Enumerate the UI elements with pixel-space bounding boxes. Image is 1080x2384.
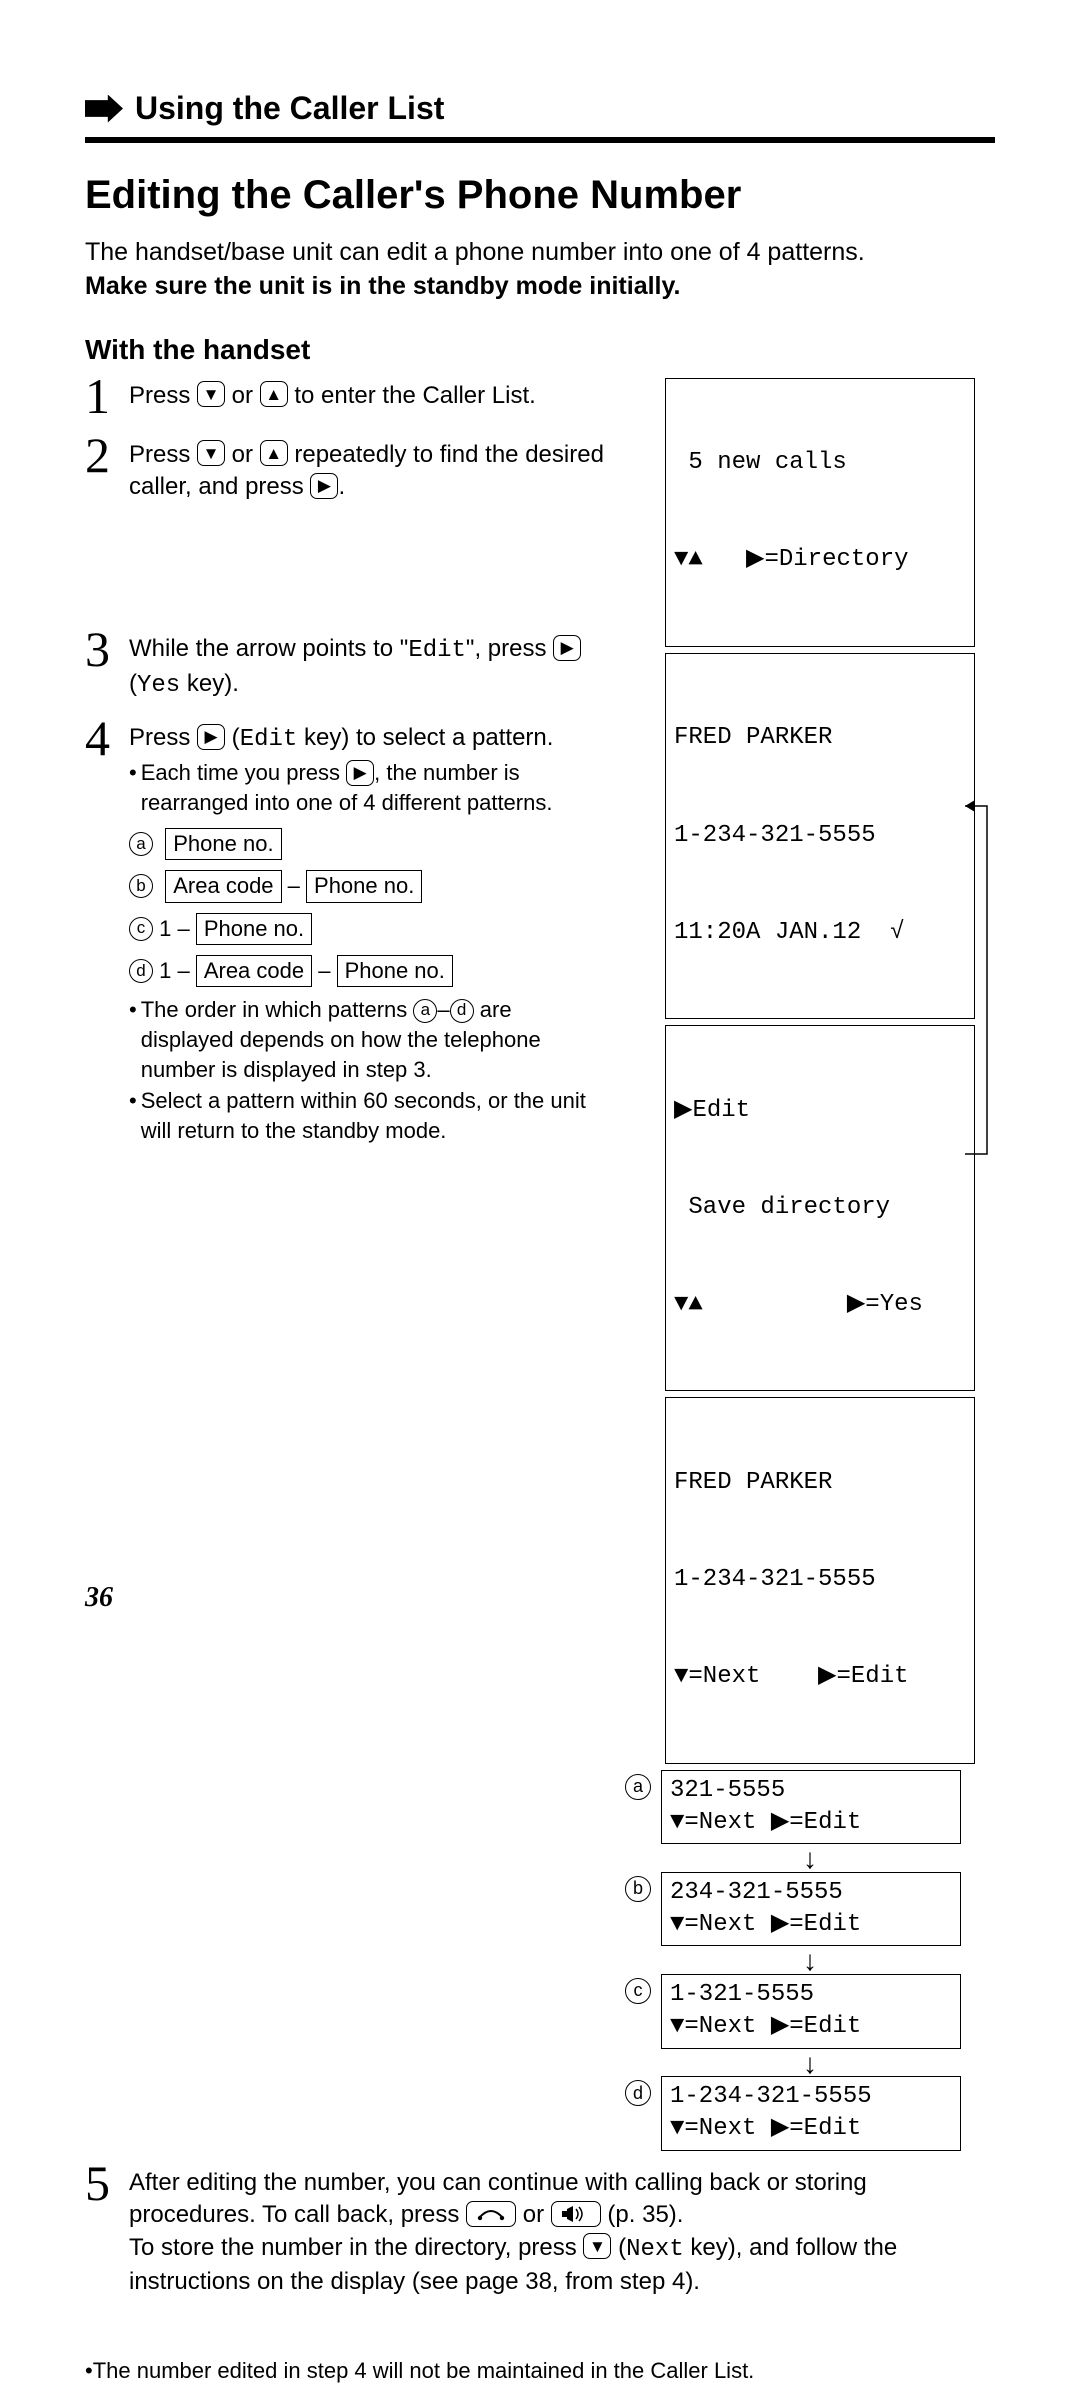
lcd-column: 5 new calls ▼▲ ▶=Directory FRED PARKER 1… (625, 374, 995, 2155)
page-number: 36 (85, 1582, 113, 1614)
steps-column: 1 Press ▼ or ▲ to enter the Caller List.… (85, 374, 605, 2155)
circled-c-icon: c (625, 1978, 651, 2004)
step-number: 5 (85, 2161, 115, 2299)
lcd-pattern-c: c 1-321-5555 ▼=Next ▶=Edit (625, 1974, 995, 2049)
intro-line1: The handset/base unit can edit a phone n… (85, 238, 865, 266)
circled-d-icon: d (129, 959, 153, 983)
down-arrow-icon: ↓ (625, 1848, 995, 1870)
step-number: 4 (85, 716, 115, 1146)
step-number: 3 (85, 627, 115, 702)
lcd-screen-pattern-d: 1-234-321-5555 ▼=Next ▶=Edit (661, 2076, 961, 2151)
pattern-c-def: c 1 – Phone no. (129, 913, 605, 945)
step-text: Press ▼ or ▲ repeatedly to find the desi… (129, 433, 605, 504)
pattern-b-def: b Area code – Phone no. (129, 870, 605, 902)
lcd-pattern-a: a 321-5555 ▼=Next ▶=Edit (625, 1770, 995, 1845)
circled-a-icon: a (413, 999, 437, 1023)
lcd-screen-pattern-c: 1-321-5555 ▼=Next ▶=Edit (661, 1974, 961, 2049)
down-arrow-icon: ↓ (625, 1950, 995, 1972)
section-title: Using the Caller List (135, 90, 444, 127)
circled-a-icon: a (625, 1774, 651, 1800)
lcd-screen-step1: 5 new calls ▼▲ ▶=Directory (665, 378, 975, 647)
pattern-a-def: a Phone no. (129, 828, 605, 860)
step4-bullet2: • The order in which patterns a–d are di… (129, 995, 605, 1084)
down-arrow-icon: ↓ (625, 2053, 995, 2075)
columns: 1 Press ▼ or ▲ to enter the Caller List.… (85, 374, 995, 2155)
step-text: While the arrow points to "Edit", press … (129, 627, 605, 702)
circled-a-icon: a (129, 832, 153, 856)
lcd-screen-step3-edit: FRED PARKER 1-234-321-5555 ▼=Next ▶=Edit (665, 1397, 975, 1763)
spacer (85, 517, 605, 627)
right-key-icon: ▶ (197, 724, 225, 750)
right-key-icon: ▶ (553, 635, 581, 661)
lcd-screen-step3-menu: ▶Edit Save directory ▼▲ ▶=Yes (665, 1025, 975, 1391)
footnote: •The number edited in step 4 will not be… (85, 2358, 995, 2384)
horizontal-rule (85, 137, 995, 143)
circled-b-icon: b (129, 874, 153, 898)
arrow-right-icon (85, 95, 123, 123)
lcd-pattern-b: b 234-321-5555 ▼=Next ▶=Edit (625, 1872, 995, 1947)
circled-c-icon: c (129, 917, 153, 941)
circled-b-icon: b (625, 1876, 651, 1902)
right-key-icon: ▶ (346, 760, 374, 786)
step-2: 2 Press ▼ or ▲ repeatedly to find the de… (85, 433, 605, 504)
pattern-d-def: d 1 – Area code – Phone no. (129, 955, 605, 987)
up-key-icon: ▲ (260, 440, 288, 466)
circled-d-icon: d (450, 999, 474, 1023)
up-key-icon: ▲ (260, 381, 288, 407)
manual-page: Using the Caller List Editing the Caller… (0, 0, 1080, 1669)
step-number: 2 (85, 433, 115, 504)
down-key-icon: ▼ (197, 381, 225, 407)
step-3: 3 While the arrow points to "Edit", pres… (85, 627, 605, 702)
section-header: Using the Caller List (85, 90, 995, 127)
page-title: Editing the Caller's Phone Number (85, 173, 995, 218)
step-1: 1 Press ▼ or ▲ to enter the Caller List. (85, 374, 605, 419)
intro-text: The handset/base unit can edit a phone n… (85, 236, 995, 304)
step-number: 1 (85, 374, 115, 419)
lcd-screen-step2: FRED PARKER 1-234-321-5555 11:20A JAN.12… (665, 653, 975, 1019)
step-text: Press ▼ or ▲ to enter the Caller List. (129, 374, 536, 419)
down-key-icon: ▼ (583, 2233, 611, 2259)
step4-bullet3: • Select a pattern within 60 seconds, or… (129, 1086, 605, 1145)
speaker-key-icon (551, 2201, 601, 2227)
lcd-screen-pattern-a: 321-5555 ▼=Next ▶=Edit (661, 1770, 961, 1845)
intro-line2: Make sure the unit is in the standby mod… (85, 272, 680, 300)
step4-bullet1: • Each time you press ▶, the number is r… (129, 758, 605, 817)
circled-d-icon: d (625, 2080, 651, 2106)
step-text: Press ▶ (Edit key) to select a pattern. … (129, 716, 605, 1146)
step-text: After editing the number, you can contin… (129, 2161, 995, 2299)
step-4: 4 Press ▶ (Edit key) to select a pattern… (85, 716, 605, 1146)
right-key-icon: ▶ (310, 473, 338, 499)
talk-key-icon (466, 2201, 516, 2227)
lcd-screen-pattern-b: 234-321-5555 ▼=Next ▶=Edit (661, 1872, 961, 1947)
subheading: With the handset (85, 334, 995, 366)
step-5: 5 After editing the number, you can cont… (85, 2161, 995, 2299)
lcd-pattern-d: d 1-234-321-5555 ▼=Next ▶=Edit (625, 2076, 995, 2151)
down-key-icon: ▼ (197, 440, 225, 466)
